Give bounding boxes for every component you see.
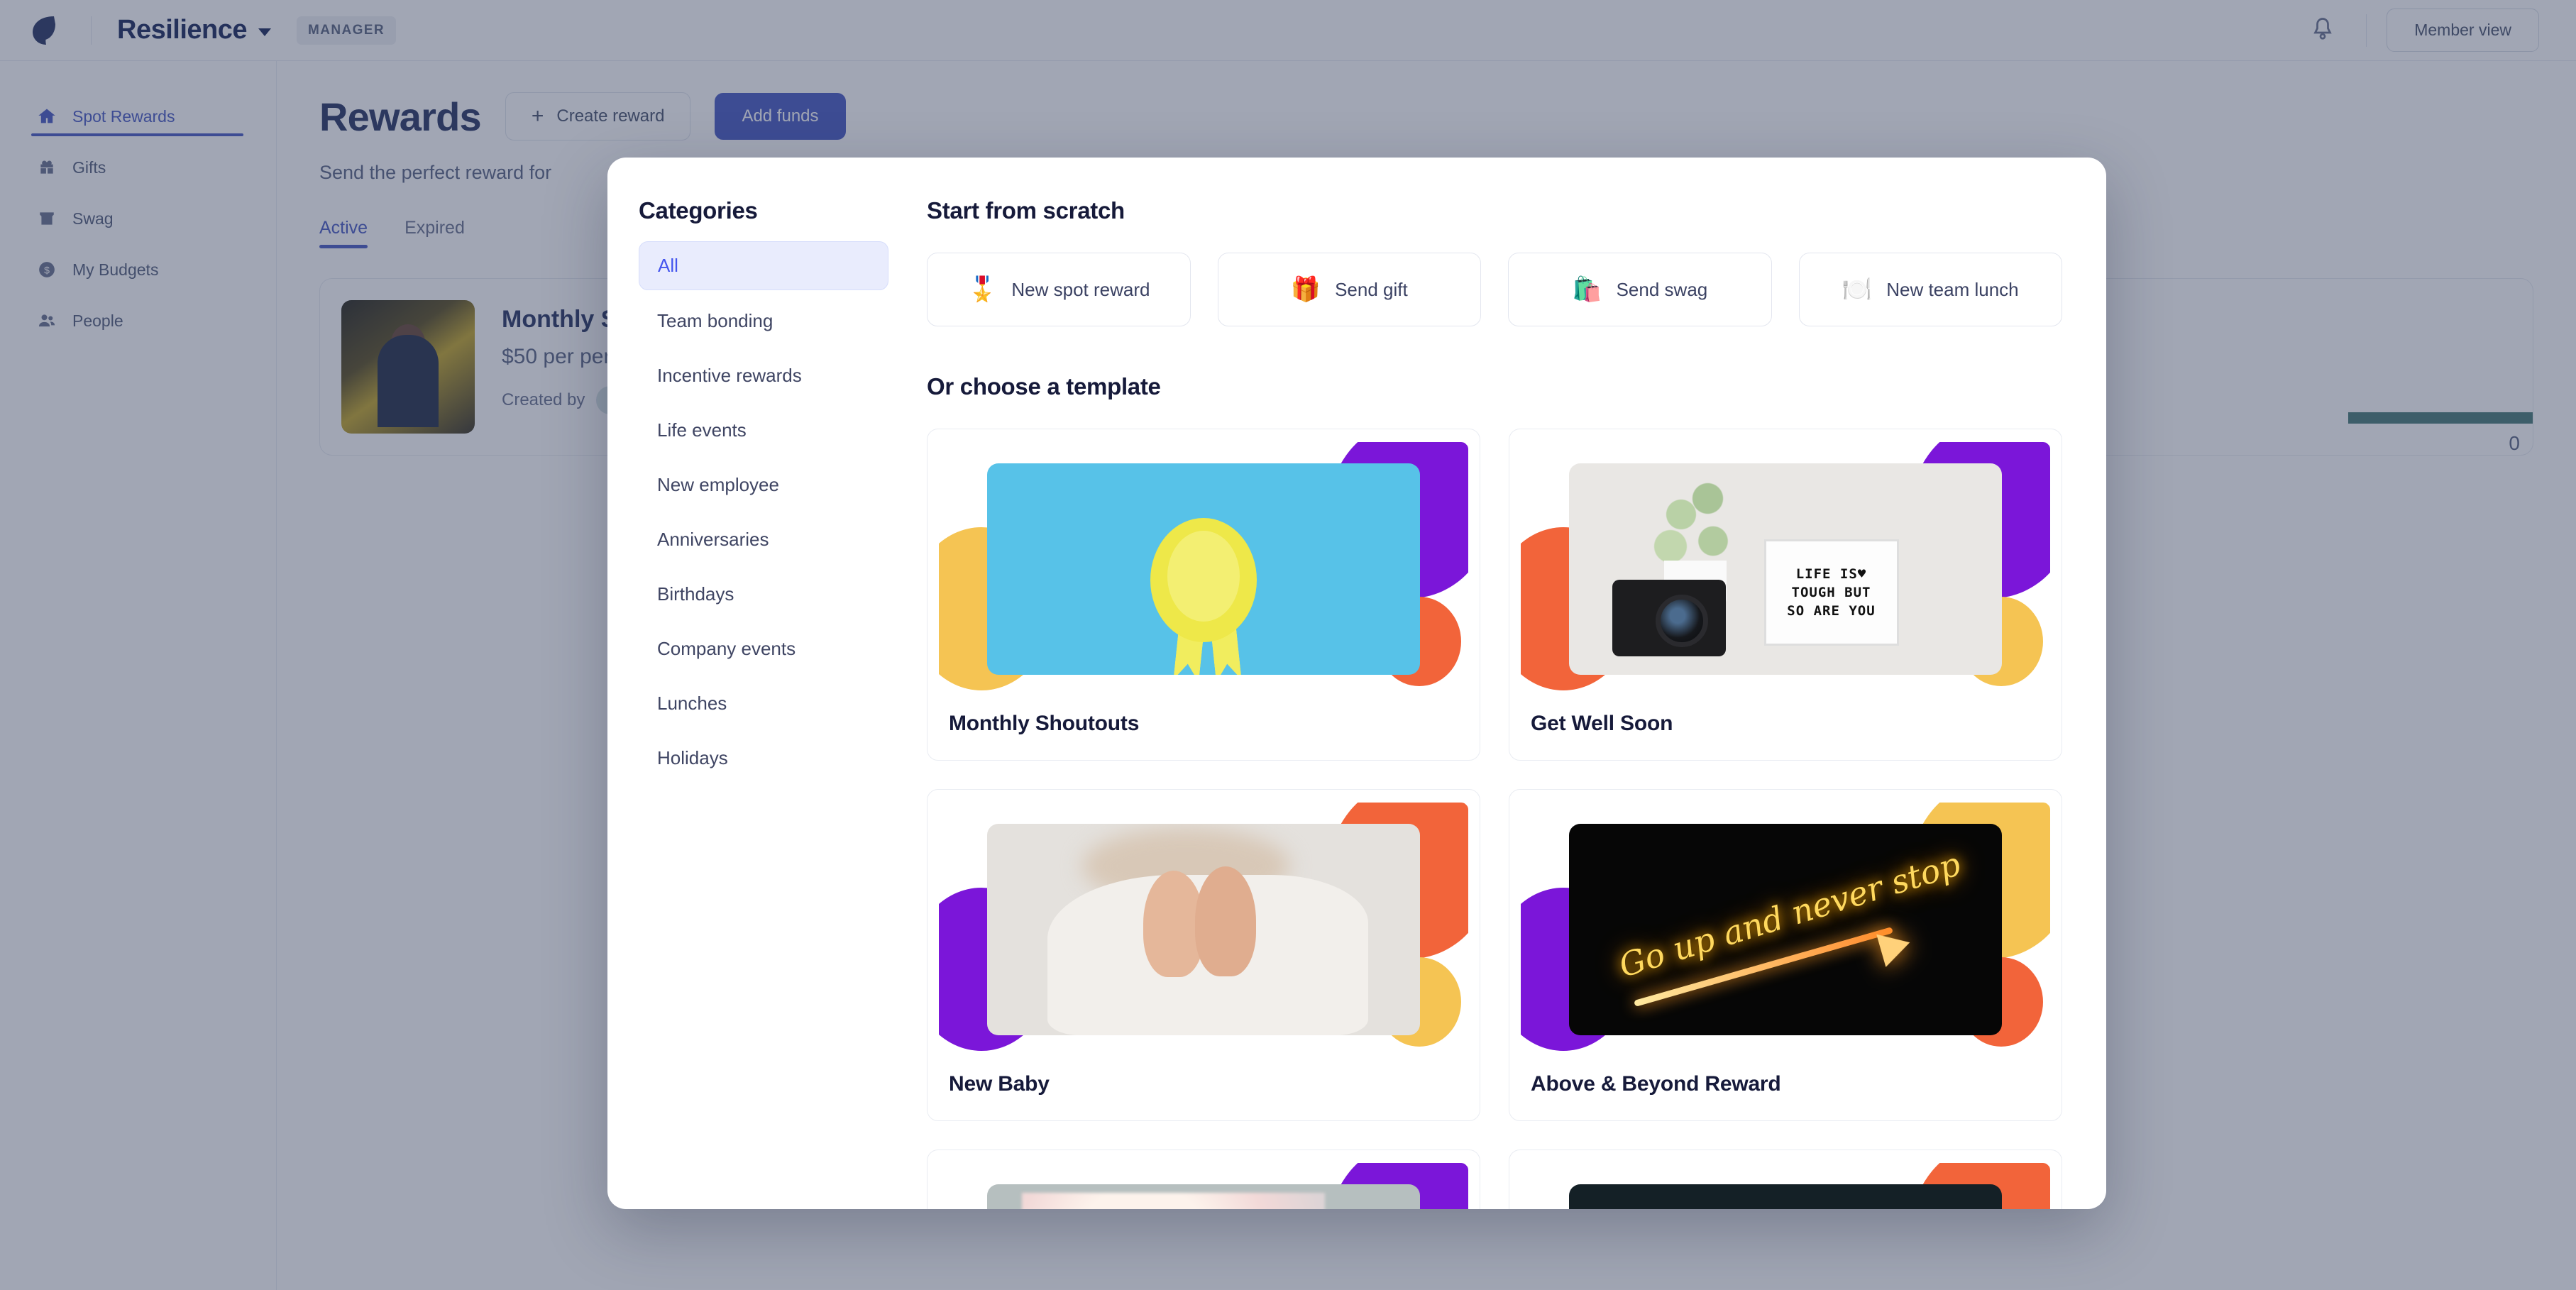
template-card[interactable] bbox=[927, 1150, 1480, 1209]
category-item-lunches[interactable]: Lunches bbox=[639, 680, 888, 727]
template-artwork bbox=[939, 442, 1468, 690]
template-artwork: Go up and never stop bbox=[1521, 803, 2050, 1051]
choose-template-title: Or choose a template bbox=[927, 373, 1161, 399]
lightbox-line-1: LIFE IS♥ bbox=[1795, 566, 1867, 583]
plate-cutlery-icon: 🍽️ bbox=[1842, 276, 1873, 303]
neon-sign-text: Go up and never stop bbox=[1614, 844, 1965, 986]
lightbox-line-2: TOUGH BUT bbox=[1791, 585, 1871, 601]
send-gift-label: Send gift bbox=[1335, 278, 1408, 300]
template-photo bbox=[987, 1184, 1420, 1209]
gift-icon: 🎁 bbox=[1290, 276, 1321, 303]
category-item-holidays[interactable]: Holidays bbox=[639, 734, 888, 782]
template-photo: LIFE IS♥ TOUGH BUT SO ARE YOU bbox=[1569, 463, 2002, 675]
lightbox-line-3: SO ARE YOU bbox=[1787, 603, 1876, 619]
screen-root: Resilience MANAGER Member view Spot Rewa… bbox=[0, 0, 2576, 1290]
category-item-company-events[interactable]: Company events bbox=[639, 625, 888, 673]
send-swag-label: Send swag bbox=[1616, 278, 1708, 300]
template-artwork: LIFE IS♥ TOUGH BUT SO ARE YOU bbox=[1521, 442, 2050, 690]
scratch-buttons-row: 🎖️ New spot reward 🎁 Send gift 🛍️ Send s… bbox=[927, 253, 2062, 326]
category-item-team-bonding[interactable]: Team bonding bbox=[639, 297, 888, 345]
new-team-lunch-label: New team lunch bbox=[1886, 278, 2019, 300]
template-card[interactable]: LIFE IS♥ TOUGH BUT SO ARE YOU Get Well S… bbox=[1509, 429, 2062, 761]
template-card[interactable] bbox=[1509, 1150, 2062, 1209]
rosette-icon: 🎖️ bbox=[967, 276, 998, 303]
send-swag-button[interactable]: 🛍️ Send swag bbox=[1508, 253, 1772, 326]
categories-panel: Categories All Team bonding Incentive re… bbox=[607, 158, 920, 1209]
templates-panel: Start from scratch 🎖️ New spot reward 🎁 … bbox=[920, 158, 2106, 1209]
template-card[interactable]: Monthly Shoutouts bbox=[927, 429, 1480, 761]
template-artwork bbox=[939, 1163, 1468, 1209]
template-card[interactable]: Go up and never stop Above & Beyond Rewa… bbox=[1509, 789, 2062, 1121]
template-photo: Go up and never stop bbox=[1569, 824, 2002, 1035]
template-label: Get Well Soon bbox=[1531, 712, 1673, 735]
choose-template-modal: Categories All Team bonding Incentive re… bbox=[607, 158, 2106, 1209]
category-item-all[interactable]: All bbox=[639, 241, 888, 290]
template-artwork bbox=[1521, 1163, 2050, 1209]
template-artwork bbox=[939, 803, 1468, 1051]
start-from-scratch-title: Start from scratch bbox=[927, 197, 1125, 224]
category-item-incentive-rewards[interactable]: Incentive rewards bbox=[639, 352, 888, 399]
category-item-anniversaries[interactable]: Anniversaries bbox=[639, 516, 888, 563]
template-card[interactable]: New Baby bbox=[927, 789, 1480, 1121]
template-grid: Monthly Shoutouts LIFE IS♥ TOUGH BUT SO … bbox=[927, 429, 2062, 1209]
template-label: Monthly Shoutouts bbox=[949, 712, 1140, 735]
category-item-life-events[interactable]: Life events bbox=[639, 407, 888, 454]
category-item-birthdays[interactable]: Birthdays bbox=[639, 570, 888, 618]
template-photo bbox=[987, 824, 1420, 1035]
category-item-new-employee[interactable]: New employee bbox=[639, 461, 888, 509]
new-team-lunch-button[interactable]: 🍽️ New team lunch bbox=[1798, 253, 2062, 326]
template-photo bbox=[1569, 1184, 2002, 1209]
new-spot-reward-label: New spot reward bbox=[1011, 278, 1150, 300]
template-label: New Baby bbox=[949, 1072, 1050, 1096]
new-spot-reward-button[interactable]: 🎖️ New spot reward bbox=[927, 253, 1191, 326]
send-gift-button[interactable]: 🎁 Send gift bbox=[1217, 253, 1481, 326]
template-label: Above & Beyond Reward bbox=[1531, 1072, 1781, 1096]
shopping-bag-icon: 🛍️ bbox=[1572, 276, 1602, 303]
categories-title: Categories bbox=[639, 197, 758, 224]
template-photo bbox=[987, 463, 1420, 675]
